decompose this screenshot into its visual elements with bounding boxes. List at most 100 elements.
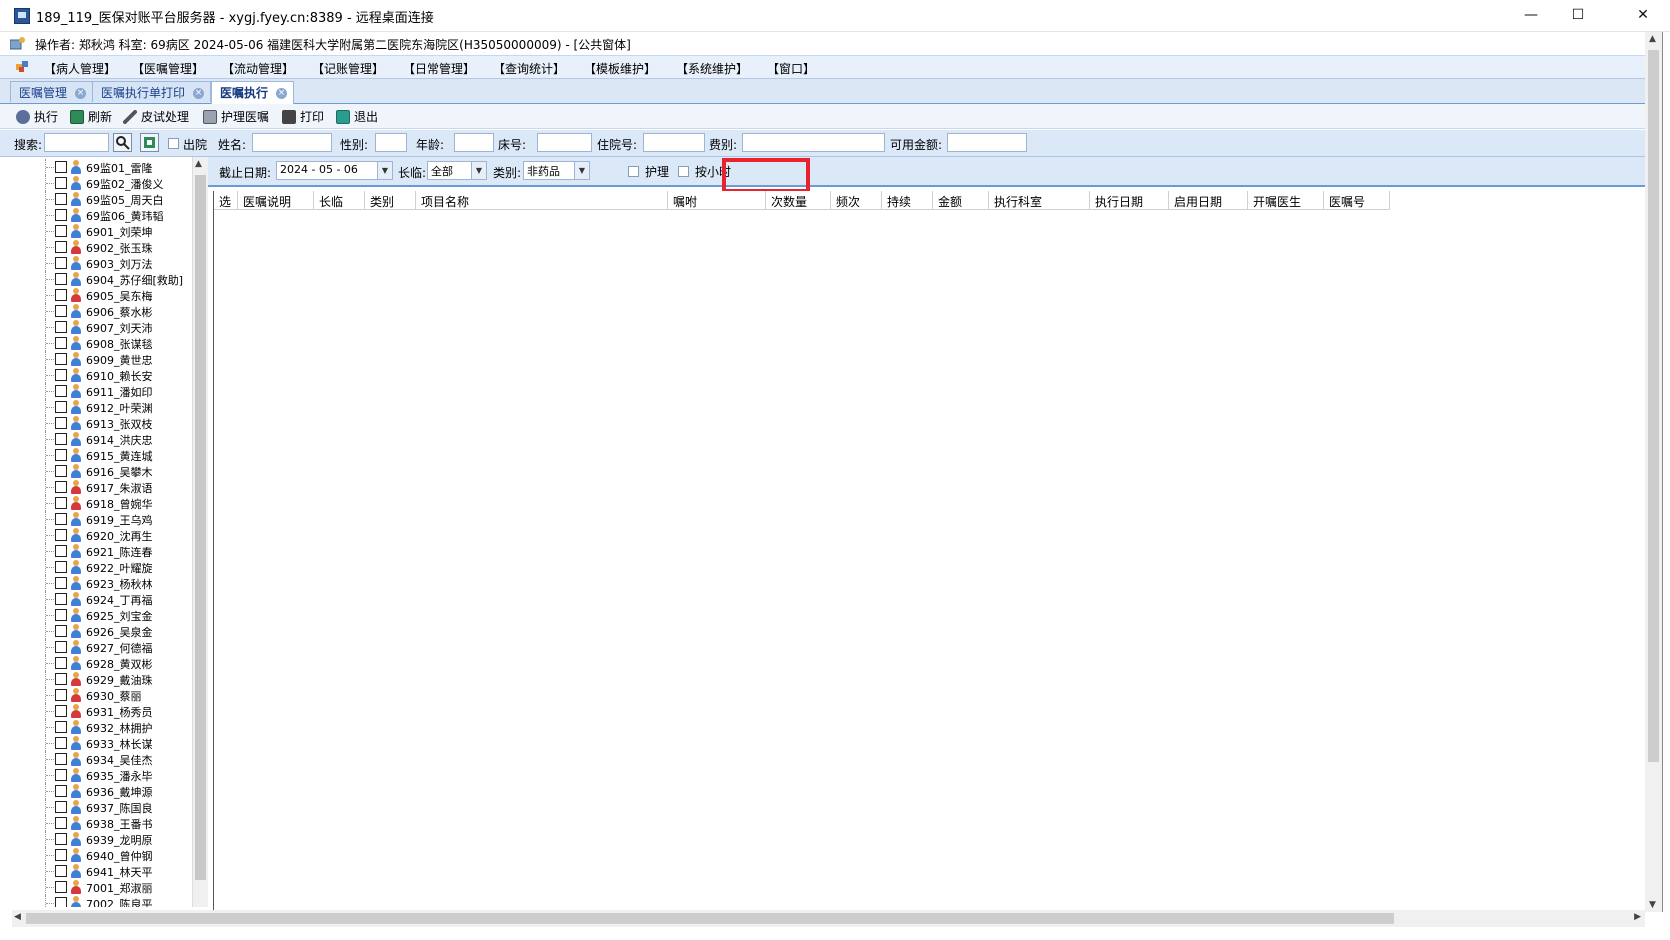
menu-billing-management[interactable]: 【记账管理】	[312, 60, 384, 77]
patient-checkbox[interactable]	[55, 449, 67, 461]
patient-tree-item[interactable]: 6902_张玉珠	[12, 239, 187, 255]
menu-order-management[interactable]: 【医嘱管理】	[132, 60, 204, 77]
execute-button[interactable]: 执行	[16, 108, 58, 125]
grid-column-header[interactable]: 医嘱号	[1324, 191, 1390, 210]
patient-checkbox[interactable]	[55, 273, 67, 285]
patient-tree-item[interactable]: 6934_吴佳杰	[12, 751, 187, 767]
gender-field[interactable]	[375, 133, 407, 152]
patient-checkbox[interactable]	[55, 817, 67, 829]
patient-checkbox[interactable]	[55, 529, 67, 541]
patient-checkbox[interactable]	[55, 849, 67, 861]
vertical-scrollbar[interactable]: ▲ ▼	[1645, 32, 1662, 912]
patient-checkbox[interactable]	[55, 785, 67, 797]
print-button[interactable]: 打印	[282, 108, 324, 125]
patient-tree-item[interactable]: 6937_陈国良	[12, 799, 187, 815]
tab-order-management[interactable]: 医嘱管理 ×	[10, 81, 94, 102]
chevron-down-icon[interactable]: ▼	[377, 162, 392, 179]
horizontal-scroll-thumb[interactable]	[26, 913, 1394, 924]
patient-tree-item[interactable]: 6935_潘永毕	[12, 767, 187, 783]
patient-checkbox[interactable]	[55, 193, 67, 205]
grid-column-header[interactable]: 持续	[882, 191, 933, 210]
menu-template-maintenance[interactable]: 【模板维护】	[584, 60, 656, 77]
patient-tree-item[interactable]: 6903_刘万法	[12, 255, 187, 271]
patient-tree-item[interactable]: 6941_林天平	[12, 863, 187, 879]
patient-checkbox[interactable]	[55, 561, 67, 573]
patient-tree-item[interactable]: 6940_曾仲钢	[12, 847, 187, 863]
patient-tree-item[interactable]: 6919_王乌鸡	[12, 511, 187, 527]
grid-column-header[interactable]: 金额	[933, 191, 989, 210]
close-tab-icon[interactable]: ×	[75, 88, 87, 99]
patient-tree-item[interactable]: 6909_黄世忠	[12, 351, 187, 367]
grid-column-header[interactable]: 开嘱医生	[1248, 191, 1324, 210]
tree-scrollbar[interactable]: ▲	[192, 157, 208, 907]
patient-tree-item[interactable]: 7002_陈良平	[12, 895, 187, 907]
tree-scroll-thumb[interactable]	[195, 175, 206, 880]
exit-button[interactable]: 退出	[336, 108, 378, 125]
grid-column-header[interactable]: 执行科室	[989, 191, 1090, 210]
patient-checkbox[interactable]	[55, 833, 67, 845]
grid-column-header[interactable]: 嘱咐	[668, 191, 766, 210]
patient-checkbox[interactable]	[55, 417, 67, 429]
patient-tree-item[interactable]: 69监01_雷隆	[12, 159, 187, 175]
menu-daily-management[interactable]: 【日常管理】	[403, 60, 475, 77]
patient-tree-item[interactable]: 6901_刘荣坤	[12, 223, 187, 239]
maximize-button[interactable]: ☐	[1555, 0, 1601, 31]
patient-checkbox[interactable]	[55, 337, 67, 349]
patient-tree-item[interactable]: 6907_刘天沛	[12, 319, 187, 335]
grid-column-header[interactable]: 选	[214, 191, 238, 210]
scroll-down-icon[interactable]: ▼	[1649, 900, 1656, 910]
inpatient-no-field[interactable]	[643, 133, 705, 152]
patient-tree-item[interactable]: 6912_叶荣渊	[12, 399, 187, 415]
patient-checkbox[interactable]	[55, 593, 67, 605]
grid-column-header[interactable]: 医嘱说明	[238, 191, 314, 210]
patient-tree-item[interactable]: 6924_丁再福	[12, 591, 187, 607]
patient-tree-item[interactable]: 6916_吴攀木	[12, 463, 187, 479]
nursing-orders-button[interactable]: 护理医嘱	[203, 108, 269, 125]
patient-checkbox[interactable]	[55, 545, 67, 557]
patient-checkbox[interactable]	[55, 385, 67, 397]
patient-checkbox[interactable]	[55, 161, 67, 173]
available-amount-field[interactable]	[947, 133, 1027, 152]
nursing-checkbox[interactable]	[628, 166, 639, 177]
patient-tree-item[interactable]: 6929_戴油珠	[12, 671, 187, 687]
patient-tree-item[interactable]: 6933_林长谋	[12, 735, 187, 751]
patient-tree-item[interactable]: 69监05_周天白	[12, 191, 187, 207]
patient-checkbox[interactable]	[55, 209, 67, 221]
patient-checkbox[interactable]	[55, 609, 67, 621]
hourly-checkbox[interactable]	[678, 166, 689, 177]
patient-tree-item[interactable]: 69监02_潘俊义	[12, 175, 187, 191]
patient-checkbox[interactable]	[55, 401, 67, 413]
discharged-checkbox[interactable]	[168, 138, 179, 149]
patient-checkbox[interactable]	[55, 353, 67, 365]
patient-tree-item[interactable]: 6926_吴泉金	[12, 623, 187, 639]
grid-column-header[interactable]: 频次	[831, 191, 882, 210]
patient-checkbox[interactable]	[55, 625, 67, 637]
patient-checkbox[interactable]	[55, 881, 67, 893]
patient-tree-item[interactable]: 6905_吴东梅	[12, 287, 187, 303]
patient-checkbox[interactable]	[55, 657, 67, 669]
menu-query-statistics[interactable]: 【查询统计】	[493, 60, 565, 77]
patient-checkbox[interactable]	[55, 769, 67, 781]
patient-tree-item[interactable]: 6927_何德福	[12, 639, 187, 655]
scroll-right-icon[interactable]: ▶	[1634, 912, 1641, 922]
close-button[interactable]: ✕	[1620, 0, 1666, 31]
patient-tree-item[interactable]: 6921_陈连春	[12, 543, 187, 559]
patient-tree-item[interactable]: 7001_郑淑丽	[12, 879, 187, 895]
grid-column-header[interactable]: 启用日期	[1169, 191, 1248, 210]
patient-tree-item[interactable]: 6931_杨秀员	[12, 703, 187, 719]
patient-checkbox[interactable]	[55, 705, 67, 717]
patient-checkbox[interactable]	[55, 257, 67, 269]
patient-checkbox[interactable]	[55, 369, 67, 381]
scroll-left-icon[interactable]: ◀	[14, 912, 21, 922]
search-button[interactable]	[113, 133, 132, 152]
patient-tree-item[interactable]: 6908_张谋毯	[12, 335, 187, 351]
patient-checkbox[interactable]	[55, 481, 67, 493]
patient-tree-item[interactable]: 6920_沈再生	[12, 527, 187, 543]
patient-checkbox[interactable]	[55, 897, 67, 907]
patient-tree-item[interactable]: 6918_曾婉华	[12, 495, 187, 511]
tab-order-execution[interactable]: 医嘱执行 ×	[211, 81, 295, 104]
scroll-up-icon[interactable]: ▲	[195, 159, 202, 169]
patient-tree-item[interactable]: 6906_蔡水彬	[12, 303, 187, 319]
patient-tree-item[interactable]: 6938_王番书	[12, 815, 187, 831]
patient-checkbox[interactable]	[55, 689, 67, 701]
